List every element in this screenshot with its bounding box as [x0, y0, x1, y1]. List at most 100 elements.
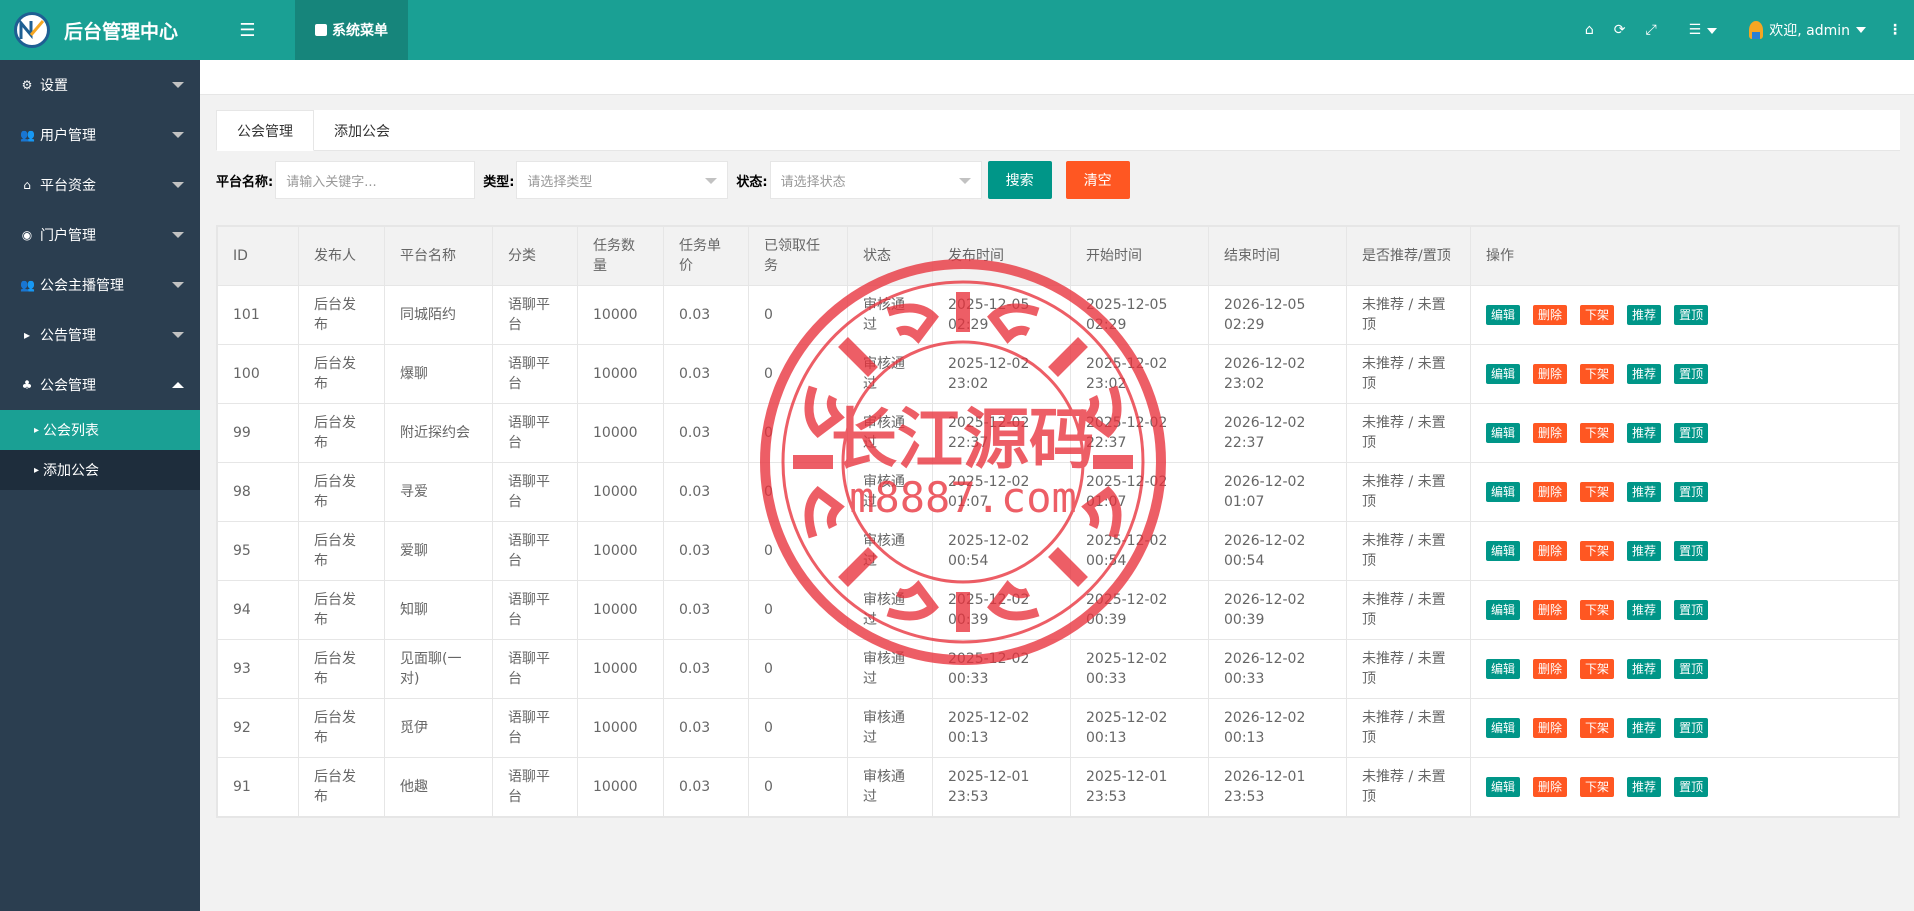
recommend-button[interactable]: 推荐 [1627, 482, 1662, 502]
edit-button[interactable]: 编辑 [1486, 482, 1521, 502]
edit-button[interactable]: 编辑 [1486, 364, 1521, 384]
unlist-button[interactable]: 下架 [1580, 364, 1615, 384]
delete-button[interactable]: 删除 [1533, 659, 1568, 679]
table-row: 95 后台发布 爱聊 语聊平台 10000 0.03 0 审核通过 2025-12-02 00:… [217, 521, 1899, 581]
sidebar-subitem-0[interactable]: ▸ 公会列表 [0, 410, 200, 450]
edit-button[interactable]: 编辑 [1486, 305, 1521, 325]
edit-button[interactable]: 编辑 [1486, 659, 1521, 679]
pin-button[interactable]: 置顶 [1674, 423, 1709, 443]
delete-button[interactable]: 删除 [1533, 305, 1568, 325]
table-cell: 2026-12-02 01:07 [1208, 462, 1347, 522]
table-cell: 91 [217, 757, 299, 817]
pin-button[interactable]: 置顶 [1674, 600, 1709, 620]
sidebar-subitem-1[interactable]: ▸ 添加公会 [0, 450, 200, 490]
table-cell: 10000 [577, 521, 664, 581]
tab-guild-management[interactable]: 公会管理 [216, 110, 314, 151]
sidebar-item-1[interactable]: 👥 用户管理 [0, 110, 200, 160]
sidebar-item-6[interactable]: ♣ 公会管理 [0, 360, 200, 410]
clear-button[interactable]: 清空 [1065, 161, 1130, 199]
unlist-button[interactable]: 下架 [1580, 423, 1615, 443]
more-vertical-icon[interactable]: ⋮ [1888, 22, 1902, 38]
recommend-button[interactable]: 推荐 [1627, 364, 1662, 384]
table-cell: 2026-12-02 00:13 [1208, 698, 1347, 758]
table-cell: 0.03 [663, 580, 749, 640]
pin-button[interactable]: 置顶 [1674, 482, 1709, 502]
delete-button[interactable]: 删除 [1533, 423, 1568, 443]
sidebar-toggle-button[interactable]: ☰ [200, 0, 295, 60]
table-cell: 2026-12-02 23:02 [1208, 344, 1347, 404]
user-menu[interactable]: 欢迎, admin [1749, 20, 1866, 40]
sidebar-item-0[interactable]: ⚙ 设置 [0, 60, 200, 110]
table-cell: 语聊平台 [492, 403, 578, 463]
list-menu-icon[interactable]: ☰ [1689, 22, 1718, 38]
recommend-button[interactable]: 推荐 [1627, 541, 1662, 561]
edit-button[interactable]: 编辑 [1486, 423, 1521, 443]
pin-button[interactable]: 置顶 [1674, 364, 1709, 384]
table-cell: 2025-12-05 02:29 [1070, 285, 1209, 345]
table-cell: 10000 [577, 580, 664, 640]
edit-button[interactable]: 编辑 [1486, 541, 1521, 561]
table-row: 100 后台发布 爆聊 语聊平台 10000 0.03 0 审核通过 2025-12-02 23… [217, 344, 1899, 404]
delete-button[interactable]: 删除 [1533, 777, 1568, 797]
recommend-button[interactable]: 推荐 [1627, 305, 1662, 325]
table-cell: 0 [748, 580, 848, 640]
welcome-label: 欢迎, admin [1769, 23, 1850, 39]
system-menu-tab[interactable]: 系统菜单 [295, 0, 408, 60]
unlist-button[interactable]: 下架 [1580, 600, 1615, 620]
recommend-button[interactable]: 推荐 [1627, 423, 1662, 443]
table-cell: 2025-12-02 00:39 [932, 580, 1071, 640]
unlist-button[interactable]: 下架 [1580, 482, 1615, 502]
tab-add-guild[interactable]: 添加公会 [314, 110, 410, 151]
table-cell: 2026-12-02 00:33 [1208, 639, 1347, 699]
table-cell: 10000 [577, 403, 664, 463]
delete-button[interactable]: 删除 [1533, 541, 1568, 561]
table-cell: 2025-12-02 01:07 [932, 462, 1071, 522]
sidebar-item-5[interactable]: ▸ 公告管理 [0, 310, 200, 360]
table-cell: 2026-12-05 02:29 [1208, 285, 1347, 345]
sidebar-item-3[interactable]: ◉ 门户管理 [0, 210, 200, 260]
sidebar-item-4[interactable]: 👥 公会主播管理 [0, 260, 200, 310]
delete-button[interactable]: 删除 [1533, 600, 1568, 620]
unlist-button[interactable]: 下架 [1580, 659, 1615, 679]
table-cell: 后台发布 [298, 521, 385, 581]
platform-name-input[interactable]: 请输入关键字... [275, 161, 476, 199]
refresh-icon[interactable]: ⟳ [1614, 22, 1626, 38]
actions-cell: 编辑 删除 下架 推荐 置顶 [1470, 580, 1899, 640]
edit-button[interactable]: 编辑 [1486, 600, 1521, 620]
column-header: 开始时间 [1070, 226, 1209, 286]
table-cell: 后台发布 [298, 580, 385, 640]
pin-button[interactable]: 置顶 [1674, 541, 1709, 561]
pin-button[interactable]: 置顶 [1674, 718, 1709, 738]
table-row: 94 后台发布 知聊 语聊平台 10000 0.03 0 审核通过 2025-12-02 00:… [217, 580, 1899, 640]
edit-button[interactable]: 编辑 [1486, 777, 1521, 797]
pin-button[interactable]: 置顶 [1674, 777, 1709, 797]
tree-icon: ♣ [21, 378, 33, 392]
status-select[interactable]: 请选择状态 [769, 161, 982, 199]
table-cell: 审核通过 [847, 403, 933, 463]
unlist-button[interactable]: 下架 [1580, 718, 1615, 738]
type-select[interactable]: 请选择类型 [516, 161, 729, 199]
recommend-button[interactable]: 推荐 [1627, 659, 1662, 679]
unlist-button[interactable]: 下架 [1580, 541, 1615, 561]
edit-button[interactable]: 编辑 [1486, 718, 1521, 738]
table-cell: 爆聊 [384, 344, 493, 404]
recommend-button[interactable]: 推荐 [1627, 777, 1662, 797]
table-cell: 2025-12-02 22:37 [932, 403, 1071, 463]
pin-button[interactable]: 置顶 [1674, 305, 1709, 325]
fullscreen-icon[interactable]: ⤢ [1645, 22, 1656, 38]
sidebar-item-2[interactable]: ⌂ 平台资金 [0, 160, 200, 210]
pin-button[interactable]: 置顶 [1674, 659, 1709, 679]
column-header: 已领取任务 [748, 226, 848, 286]
home-icon[interactable]: ⌂ [1585, 22, 1594, 38]
recommend-button[interactable]: 推荐 [1627, 718, 1662, 738]
unlist-button[interactable]: 下架 [1580, 305, 1615, 325]
delete-button[interactable]: 删除 [1533, 364, 1568, 384]
unlist-button[interactable]: 下架 [1580, 777, 1615, 797]
table-cell: 93 [217, 639, 299, 699]
delete-button[interactable]: 删除 [1533, 482, 1568, 502]
table-cell: 2025-12-02 23:02 [1070, 344, 1209, 404]
chevron-down-icon [705, 178, 718, 184]
recommend-button[interactable]: 推荐 [1627, 600, 1662, 620]
search-button[interactable]: 搜索 [987, 161, 1052, 199]
delete-button[interactable]: 删除 [1533, 718, 1568, 738]
